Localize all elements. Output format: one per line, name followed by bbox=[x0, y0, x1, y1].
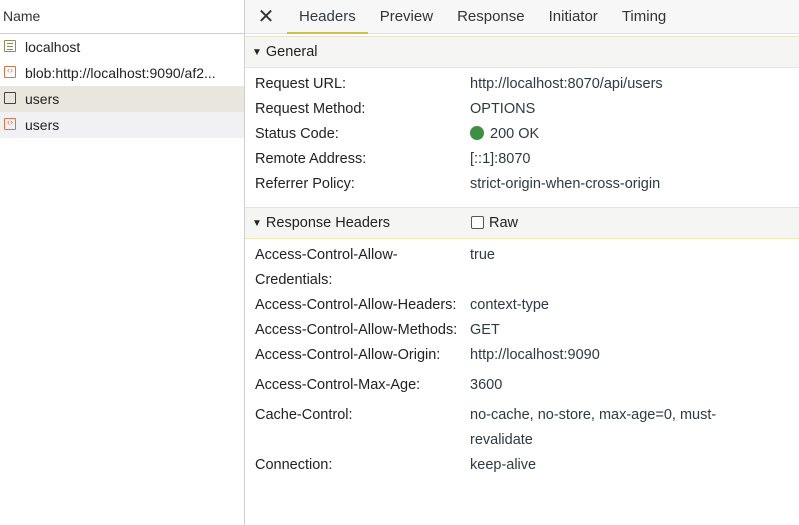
status-ok-icon bbox=[470, 126, 484, 140]
header-value: context-type bbox=[470, 297, 549, 313]
blank-file-icon bbox=[4, 92, 16, 104]
response-header-row: Access-Control-Allow-Headers: context-ty… bbox=[245, 293, 799, 318]
general-section-body: Request URL: http://localhost:8070/api/u… bbox=[245, 68, 799, 197]
tab-response[interactable]: Response bbox=[445, 0, 537, 33]
response-header-row: Access-Control-Allow-Origin: http://loca… bbox=[245, 343, 799, 368]
header-value: [::1]:8070 bbox=[470, 151, 531, 167]
tab-initiator[interactable]: Initiator bbox=[537, 0, 610, 33]
general-row: Remote Address: [::1]:8070 bbox=[245, 147, 799, 172]
request-item-users-selected[interactable]: users bbox=[0, 86, 244, 112]
header-value: 3600 bbox=[470, 377, 503, 393]
header-key: Access-Control-Allow-Credentials: bbox=[255, 247, 398, 288]
response-headers-section-header[interactable]: ▼ Response Headers Raw bbox=[245, 207, 799, 239]
request-list-panel: Name localhost blob:http://localhost:909… bbox=[0, 0, 245, 525]
header-key: Request Method: bbox=[255, 101, 366, 117]
header-value: true bbox=[470, 247, 495, 263]
section-title: Response Headers bbox=[265, 215, 391, 231]
name-column-header[interactable]: Name bbox=[0, 0, 244, 34]
response-header-row: Cache-Control: no-cache, no-store, max-a… bbox=[245, 403, 799, 453]
request-item-label: users bbox=[25, 91, 60, 107]
header-key: Cache-Control: bbox=[255, 407, 353, 423]
response-header-row: Access-Control-Allow-Methods: GET bbox=[245, 318, 799, 343]
header-key: Access-Control-Max-Age: bbox=[255, 377, 421, 393]
general-row: Referrer Policy: strict-origin-when-cros… bbox=[245, 172, 799, 197]
request-detail-panel: ✕ Headers Preview Response Initiator Tim… bbox=[245, 0, 799, 525]
request-item-label: users bbox=[25, 117, 60, 133]
header-key: Access-Control-Allow-Methods: bbox=[255, 322, 458, 338]
general-row: Status Code: 200 OK bbox=[245, 122, 799, 147]
general-row: Request Method: OPTIONS bbox=[245, 97, 799, 122]
response-header-row: Connection: keep-alive bbox=[245, 453, 799, 478]
tab-headers[interactable]: Headers bbox=[287, 0, 368, 34]
general-row: Request URL: http://localhost:8070/api/u… bbox=[245, 72, 799, 97]
request-item-blob[interactable]: blob:http://localhost:9090/af2... bbox=[0, 60, 244, 86]
general-section-header[interactable]: ▼ General bbox=[245, 36, 799, 68]
document-icon bbox=[4, 40, 16, 52]
header-value: GET bbox=[470, 322, 500, 338]
header-key: Access-Control-Allow-Origin: bbox=[255, 347, 441, 363]
response-headers-body: Access-Control-Allow-Credentials: true A… bbox=[245, 239, 799, 478]
header-key: Request URL: bbox=[255, 76, 347, 92]
header-key: Referrer Policy: bbox=[255, 176, 355, 192]
header-value: keep-alive bbox=[470, 457, 537, 473]
status-value: 200 OK bbox=[470, 122, 760, 147]
header-key: Status Code: bbox=[255, 126, 339, 142]
request-item-label: blob:http://localhost:9090/af2... bbox=[25, 65, 216, 81]
script-icon bbox=[4, 63, 16, 78]
tab-preview[interactable]: Preview bbox=[368, 0, 445, 33]
header-value: strict-origin-when-cross-origin bbox=[470, 176, 661, 192]
header-value: OPTIONS bbox=[470, 101, 536, 117]
request-item-localhost[interactable]: localhost bbox=[0, 34, 244, 60]
header-key: Access-Control-Allow-Headers: bbox=[255, 297, 457, 313]
request-item-users[interactable]: users bbox=[0, 112, 244, 138]
header-value: no-cache, no-store, max-age=0, must-reva… bbox=[470, 407, 717, 448]
raw-checkbox[interactable] bbox=[471, 216, 484, 229]
script-icon bbox=[4, 115, 16, 130]
detail-tab-bar: ✕ Headers Preview Response Initiator Tim… bbox=[245, 0, 799, 34]
response-header-row: Access-Control-Allow-Credentials: true bbox=[245, 243, 799, 293]
status-text: 200 OK bbox=[490, 126, 540, 142]
triangle-down-icon: ▼ bbox=[252, 47, 262, 58]
raw-label[interactable]: Raw bbox=[489, 208, 518, 238]
section-title: General bbox=[265, 44, 318, 60]
close-icon[interactable]: ✕ bbox=[245, 0, 287, 33]
header-value: http://localhost:9090 bbox=[470, 347, 600, 363]
triangle-down-icon: ▼ bbox=[252, 218, 262, 229]
header-value: http://localhost:8070/api/users bbox=[470, 76, 663, 92]
header-key: Remote Address: bbox=[255, 151, 367, 167]
tab-timing[interactable]: Timing bbox=[610, 0, 678, 33]
header-key: Connection: bbox=[255, 457, 333, 473]
request-item-label: localhost bbox=[25, 39, 81, 55]
response-header-row: Access-Control-Max-Age: 3600 bbox=[245, 373, 799, 398]
